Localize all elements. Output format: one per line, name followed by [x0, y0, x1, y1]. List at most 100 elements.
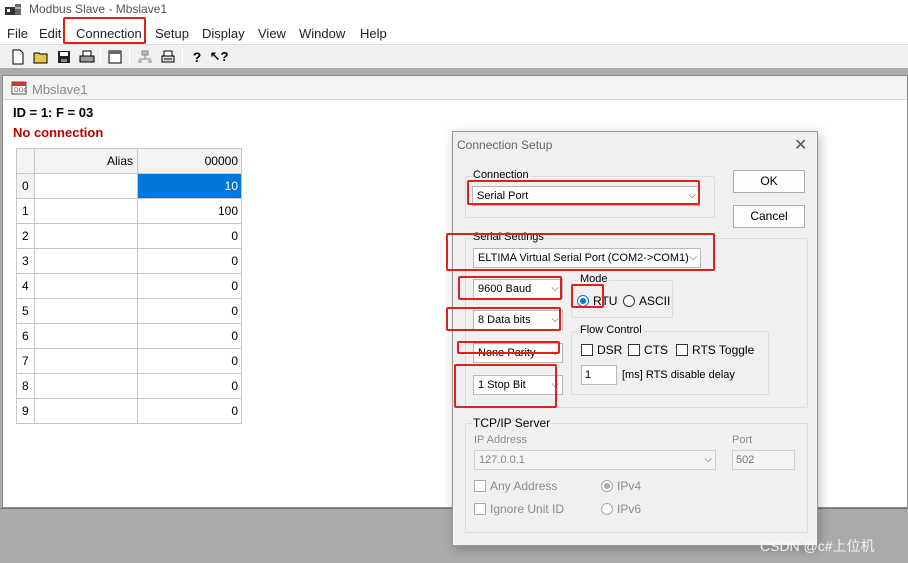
table-row: 8 0: [16, 373, 242, 399]
title-bar: Modbus Slave - Mbslave1: [0, 0, 908, 22]
dsr-checkbox[interactable]: DSR: [581, 343, 622, 357]
alias-cell[interactable]: [34, 273, 138, 299]
help-icon[interactable]: ?: [188, 48, 206, 66]
menu-display[interactable]: Display: [202, 26, 245, 41]
value-cell[interactable]: 100: [137, 198, 242, 224]
databits-select[interactable]: 8 Data bits ⌵: [473, 310, 563, 330]
menu-setup[interactable]: Setup: [155, 26, 189, 41]
chevron-down-icon: ⌵: [704, 454, 712, 465]
mode-ascii-radio[interactable]: ASCII: [623, 294, 670, 308]
value-cell[interactable]: 0: [137, 323, 242, 349]
chevron-down-icon: ⌵: [689, 252, 697, 263]
radio-icon: [623, 295, 635, 307]
table-row: 3 0: [16, 248, 242, 274]
alias-column-header: Alias: [34, 148, 138, 174]
table-row: 6 0: [16, 323, 242, 349]
alias-cell[interactable]: [34, 298, 138, 324]
checkbox-icon: [628, 344, 640, 356]
ignore-unit-id-checkbox[interactable]: Ignore Unit ID: [474, 502, 564, 516]
save-icon[interactable]: [55, 48, 73, 66]
document-title-bar: DOC Mbslave1: [3, 76, 907, 100]
parity-value: None Parity: [478, 347, 536, 359]
cancel-button[interactable]: Cancel: [733, 205, 805, 228]
value-cell[interactable]: 0: [137, 248, 242, 274]
menu-edit[interactable]: Edit: [39, 26, 61, 41]
dialog-title: Connection Setup: [457, 138, 553, 152]
connection-select[interactable]: Serial Port ⌵: [472, 186, 700, 206]
port-input[interactable]: 502: [732, 450, 795, 470]
grid-header-row: Alias 00000: [16, 148, 242, 174]
parity-select[interactable]: None Parity ⌵: [473, 343, 563, 363]
watermark: CSDN @c#上位机: [760, 538, 875, 554]
stopbit-select[interactable]: 1 Stop Bit ⌵: [473, 375, 563, 395]
connection-setup-dialog: Connection Setup ✕ Connection Serial Por…: [452, 131, 818, 546]
ip-address-select[interactable]: 127.0.0.1 ⌵: [474, 450, 716, 470]
print-icon[interactable]: [78, 48, 96, 66]
row-index: 4: [16, 273, 35, 299]
alias-cell[interactable]: [34, 348, 138, 374]
menu-connection[interactable]: Connection: [76, 26, 142, 41]
checkbox-icon: [474, 480, 486, 492]
value-cell[interactable]: 0: [137, 273, 242, 299]
alias-cell[interactable]: [34, 248, 138, 274]
menu-view[interactable]: View: [258, 26, 286, 41]
connection-group-label: Connection: [472, 169, 530, 181]
svg-text:DOC: DOC: [14, 87, 27, 94]
mode-label: Mode: [579, 273, 609, 285]
chevron-down-icon: ⌵: [551, 379, 559, 390]
alias-cell[interactable]: [34, 223, 138, 249]
context-help-icon[interactable]: ↖?: [210, 48, 229, 66]
table-row: 0 10: [16, 173, 242, 199]
rts-toggle-checkbox[interactable]: RTS Toggle: [676, 343, 754, 357]
any-address-label: Any Address: [490, 479, 558, 493]
chevron-down-icon: ⌵: [551, 283, 559, 294]
ipv6-radio[interactable]: IPv6: [601, 502, 641, 516]
serial-port-select[interactable]: ELTIMA Virtual Serial Port (COM2->COM1) ⌵: [473, 248, 701, 268]
alias-cell[interactable]: [34, 323, 138, 349]
mode-rtu-radio[interactable]: RTU: [577, 294, 617, 308]
alias-cell[interactable]: [34, 173, 138, 199]
row-index: 3: [16, 248, 35, 274]
alias-cell[interactable]: [34, 198, 138, 224]
menu-file[interactable]: File: [7, 26, 28, 41]
checkbox-icon: [474, 503, 486, 515]
value-cell[interactable]: 0: [137, 298, 242, 324]
register-grid: Alias 00000 0 10 1 100 2 0 3 0 4 0 5 0 6…: [16, 148, 242, 424]
ok-button[interactable]: OK: [733, 170, 805, 193]
value-cell[interactable]: 0: [137, 398, 242, 424]
alias-cell[interactable]: [34, 398, 138, 424]
connection-status: No connection: [13, 125, 104, 140]
printer-icon[interactable]: [159, 48, 177, 66]
port-label: Port: [732, 434, 753, 446]
toolbar-separator: [100, 48, 101, 66]
radio-selected-icon: [577, 295, 589, 307]
serial-port-value: ELTIMA Virtual Serial Port (COM2->COM1): [478, 252, 689, 264]
cts-checkbox[interactable]: CTS: [628, 343, 668, 357]
open-folder-icon[interactable]: [32, 48, 50, 66]
value-cell[interactable]: 0: [137, 348, 242, 374]
cts-label: CTS: [644, 343, 668, 357]
toolbar-separator: [182, 48, 183, 66]
network-icon[interactable]: [136, 48, 154, 66]
new-file-icon[interactable]: [9, 48, 27, 66]
close-icon[interactable]: ✕: [794, 135, 807, 155]
row-index: 5: [16, 298, 35, 324]
baud-select[interactable]: 9600 Baud ⌵: [473, 279, 563, 299]
value-cell[interactable]: 0: [137, 223, 242, 249]
row-index: 6: [16, 323, 35, 349]
mode-rtu-label: RTU: [593, 294, 618, 308]
row-index: 9: [16, 398, 35, 424]
rts-delay-label: [ms] RTS disable delay: [622, 369, 735, 381]
dsr-label: DSR: [597, 343, 623, 357]
ipv4-radio[interactable]: IPv4: [601, 479, 641, 493]
value-cell[interactable]: 0: [137, 373, 242, 399]
any-address-checkbox[interactable]: Any Address: [474, 479, 557, 493]
menu-window[interactable]: Window: [299, 26, 345, 41]
window-icon[interactable]: [106, 48, 124, 66]
alias-cell[interactable]: [34, 373, 138, 399]
value-cell[interactable]: 10: [137, 173, 242, 199]
rts-delay-input[interactable]: 1: [581, 365, 617, 385]
table-row: 5 0: [16, 298, 242, 324]
menu-help[interactable]: Help: [360, 26, 387, 41]
ip-address-value: 127.0.0.1: [479, 454, 525, 466]
